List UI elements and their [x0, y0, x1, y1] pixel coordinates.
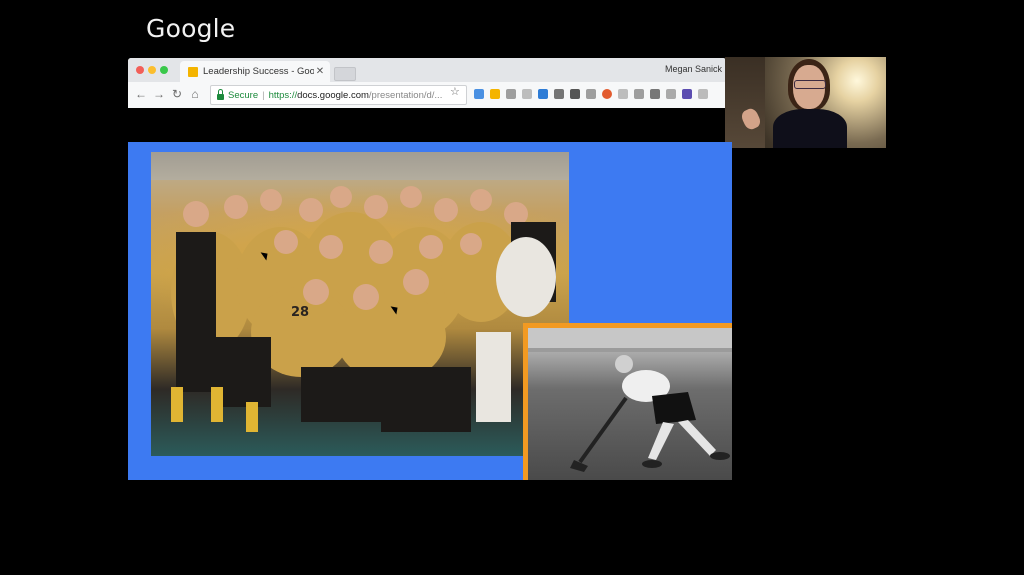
extension-icon[interactable]: [634, 89, 644, 99]
lock-icon: [217, 89, 224, 100]
extension-icon[interactable]: [618, 89, 628, 99]
url-path: /presentation/d/...: [368, 89, 443, 101]
google-logo: Google: [146, 14, 236, 43]
reload-icon[interactable]: ↻: [170, 87, 184, 101]
team-photo: 28: [151, 152, 569, 456]
omnibox-separator: |: [262, 89, 265, 101]
tab-close-icon[interactable]: ✕: [314, 66, 326, 77]
field-hockey-player: [528, 328, 732, 472]
presentation-slide: 28: [128, 142, 732, 480]
team-photo-figures: 28: [171, 186, 556, 432]
presenter-video: [725, 57, 886, 148]
extension-icon[interactable]: [666, 89, 676, 99]
field-hockey-photo: [523, 323, 732, 480]
extension-icon[interactable]: [570, 89, 580, 99]
new-tab-button[interactable]: [334, 67, 356, 81]
slides-favicon-icon: [188, 66, 198, 77]
tab-strip: Leadership Success - Google ✕ Megan Sani…: [128, 58, 726, 82]
url-scheme: https://: [268, 89, 298, 101]
maximize-window-icon[interactable]: [160, 66, 168, 74]
bookmark-star-icon[interactable]: ☆: [450, 85, 460, 98]
forward-icon[interactable]: →: [152, 87, 166, 101]
minimize-window-icon[interactable]: [148, 66, 156, 74]
field-hockey-photo-image: [528, 328, 732, 480]
jersey-number: 28: [291, 305, 309, 320]
extension-icon[interactable]: [554, 89, 564, 99]
extension-icon[interactable]: [602, 89, 612, 99]
profile-name[interactable]: Megan Sanick: [665, 64, 722, 74]
browser-window: Leadership Success - Google ✕ Megan Sani…: [128, 58, 726, 108]
close-window-icon[interactable]: [136, 66, 144, 74]
bookshelf: [725, 57, 765, 148]
home-icon[interactable]: ⌂: [188, 87, 202, 101]
extension-icon[interactable]: [522, 89, 532, 99]
tab-title: Leadership Success - Google: [203, 66, 314, 77]
extension-icon[interactable]: [650, 89, 660, 99]
extension-icon[interactable]: [698, 89, 708, 99]
presenter-glasses: [794, 80, 826, 89]
extension-icon[interactable]: [506, 89, 516, 99]
presenter-body: [773, 109, 847, 148]
url-host: docs.google.com: [297, 89, 369, 101]
tab-leadership-success[interactable]: Leadership Success - Google ✕: [180, 61, 330, 82]
extension-icon[interactable]: [586, 89, 596, 99]
extension-icon[interactable]: [682, 89, 692, 99]
extension-icon[interactable]: [490, 89, 500, 99]
address-bar[interactable]: Secure | https:// docs.google.com /prese…: [210, 85, 467, 105]
secure-label: Secure: [228, 89, 259, 101]
extension-icon[interactable]: [474, 89, 484, 99]
browser-toolbar: ← → ↻ ⌂ Secure | https:// docs.google.co…: [128, 82, 726, 108]
extension-icon[interactable]: [538, 89, 548, 99]
back-icon[interactable]: ←: [134, 87, 148, 101]
